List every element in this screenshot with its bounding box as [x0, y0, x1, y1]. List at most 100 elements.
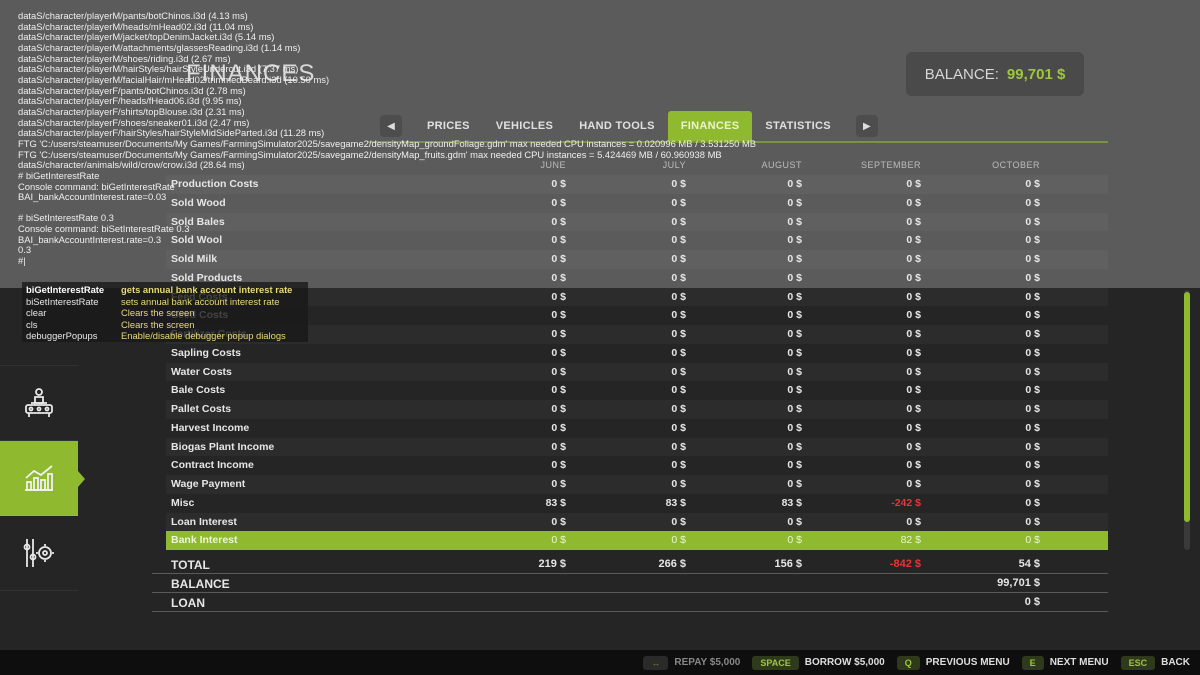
key-hint: SPACE [752, 655, 799, 670]
row-value: 0 $ [906, 478, 921, 490]
row-value: 0 $ [1025, 534, 1040, 547]
footer-action-button[interactable]: ↔ REPAY $5,000 [643, 655, 741, 670]
console-line: BAI_bankAccountInterest.rate=0.3 [18, 233, 162, 245]
table-row[interactable]: Misc 83 $ 83 $ 83 $ -242 $ 0 $ [166, 494, 1108, 513]
row-value: 0 $ [906, 384, 921, 397]
table-row[interactable]: Pallet Costs 0 $ 0 $ 0 $ 0 $ 0 $ [166, 400, 1108, 419]
sidebar-item-finances[interactable] [0, 441, 85, 516]
row-value: 0 $ [906, 346, 921, 359]
row-value: -242 $ [891, 496, 921, 509]
row-value: 0 $ [906, 440, 921, 453]
row-value: 0 $ [906, 459, 921, 472]
autocomplete-description: Clears the screen [121, 318, 195, 330]
row-value: 0 $ [1025, 215, 1040, 228]
row-value: 0 $ [787, 459, 802, 472]
scrollbar-thumb[interactable] [1184, 292, 1190, 522]
autocomplete-command: clear [26, 307, 47, 318]
table-row[interactable]: Wage Payment 0 $ 0 $ 0 $ 0 $ 0 $ [166, 475, 1108, 494]
table-row[interactable]: Bale Costs 0 $ 0 $ 0 $ 0 $ 0 $ [166, 381, 1108, 400]
row-value: 0 $ [551, 365, 566, 378]
row-value: 0 $ [671, 515, 686, 528]
row-value: 0 $ [787, 478, 802, 490]
autocomplete-command: cls [26, 318, 38, 330]
console-line: #| [18, 255, 26, 267]
row-value: 0 $ [787, 421, 802, 434]
developer-console-log: dataS/character/playerM/pants/botChinos.… [18, 10, 938, 267]
console-line: FTG 'C:/users/steamuser/Documents/My Gam… [18, 137, 757, 149]
row-value: 0 $ [906, 421, 921, 434]
console-line: dataS/character/playerM/facialHair/mHead… [18, 73, 330, 85]
key-hint: E [1021, 655, 1044, 670]
autocomplete-item[interactable]: clear Clears the screen [26, 307, 304, 319]
row-label: Wage Payment [171, 478, 246, 490]
autocomplete-item[interactable]: biGetInterestRate gets annual bank accoun… [26, 284, 304, 296]
totals-row: LOAN 0 $ [152, 593, 1108, 612]
footer-action-label: BACK [1161, 657, 1190, 668]
footer-key-hints: ↔ REPAY $5,000 SPACE BORROW $5,000 Q PREVIOUS… [0, 650, 1200, 675]
row-label: Water Costs [171, 365, 232, 378]
console-line: 0.3 [18, 244, 32, 256]
row-value: 0 $ [671, 403, 686, 415]
footer-action-label: PREVIOUS MENU [925, 657, 1010, 668]
autocomplete-item[interactable]: cls Clears the screen [26, 319, 304, 331]
row-value: 0 $ [787, 403, 802, 415]
key-hint: ESC [1120, 655, 1156, 670]
row-value: 0 $ [906, 290, 921, 303]
console-autocomplete[interactable]: biGetInterestRate gets annual bank accoun… [22, 282, 308, 342]
row-value: 0 $ [1025, 309, 1040, 322]
row-value: 0 $ [551, 346, 566, 359]
totals-value: 219 $ [538, 558, 566, 570]
totals-value: 266 $ [658, 558, 686, 570]
footer-action-button[interactable]: ESC BACK [1120, 655, 1190, 670]
row-label: Misc [171, 496, 195, 509]
row-value: 0 $ [1025, 478, 1040, 490]
autocomplete-description: Clears the screen [121, 307, 195, 318]
footer-action-button[interactable]: Q PREVIOUS MENU [896, 655, 1010, 670]
row-value: 0 $ [1025, 196, 1040, 209]
totals-label: TOTAL [171, 558, 210, 572]
sidebar-item-production[interactable] [0, 366, 78, 441]
table-row[interactable]: Bank Interest 0 $ 0 $ 0 $ 82 $ 0 $ [166, 531, 1108, 550]
footer-action-label: NEXT MENU [1049, 657, 1109, 668]
production-icon [25, 388, 53, 417]
table-row[interactable]: Loan Interest 0 $ 0 $ 0 $ 0 $ 0 $ [166, 513, 1108, 532]
footer-action-button[interactable]: SPACE BORROW $5,000 [752, 655, 885, 670]
row-value: 0 $ [1025, 346, 1040, 359]
row-value: 0 $ [671, 271, 686, 284]
row-value: 0 $ [1025, 328, 1040, 340]
row-value: 0 $ [1025, 365, 1040, 378]
row-label: Pallet Costs [171, 403, 232, 415]
row-value: 0 $ [787, 515, 802, 528]
totals-value: 0 $ [1024, 596, 1040, 608]
table-row[interactable]: Sapling Costs 0 $ 0 $ 0 $ 0 $ 0 $ [166, 344, 1108, 363]
table-row[interactable]: Harvest Income 0 $ 0 $ 0 $ 0 $ 0 $ [166, 419, 1108, 438]
table-row[interactable]: Biogas Plant Income 0 $ 0 $ 0 $ 0 $ 0 $ [166, 438, 1108, 457]
row-value: 82 $ [900, 534, 921, 547]
row-value: 0 $ [1025, 421, 1040, 434]
row-value: 0 $ [551, 328, 566, 340]
autocomplete-item[interactable]: debuggerPopups Enable/disable debugger po… [26, 330, 304, 342]
table-row[interactable]: Water Costs 0 $ 0 $ 0 $ 0 $ 0 $ [166, 363, 1108, 382]
row-value: 83 $ [781, 496, 802, 509]
row-value: 0 $ [551, 478, 566, 490]
row-value: 0 $ [787, 346, 802, 359]
autocomplete-item[interactable]: biSetInterestRate sets annual bank accoun… [26, 296, 304, 308]
row-label: Harvest Income [171, 421, 250, 434]
autocomplete-description: Enable/disable debugger popup dialogs [121, 330, 286, 341]
row-value: 0 $ [671, 346, 686, 359]
row-value: 0 $ [787, 384, 802, 397]
row-label: Bank Interest [171, 534, 238, 547]
row-label: Contract Income [171, 459, 254, 472]
totals-value: 99,701 $ [997, 577, 1040, 589]
footer-action-button[interactable]: E NEXT MENU [1021, 655, 1109, 670]
row-value: 0 $ [1025, 384, 1040, 397]
month-header-cell: OCTOBER [992, 160, 1040, 170]
sidebar-item-settings[interactable] [0, 516, 78, 591]
autocomplete-command: biSetInterestRate [26, 295, 99, 307]
row-value: 0 $ [671, 459, 686, 472]
row-value: 0 $ [1025, 440, 1040, 453]
row-value: 0 $ [906, 365, 921, 378]
table-row[interactable]: Contract Income 0 $ 0 $ 0 $ 0 $ 0 $ [166, 456, 1108, 475]
key-hint: ↔ [643, 655, 669, 670]
footer-action-label: REPAY $5,000 [674, 657, 741, 668]
